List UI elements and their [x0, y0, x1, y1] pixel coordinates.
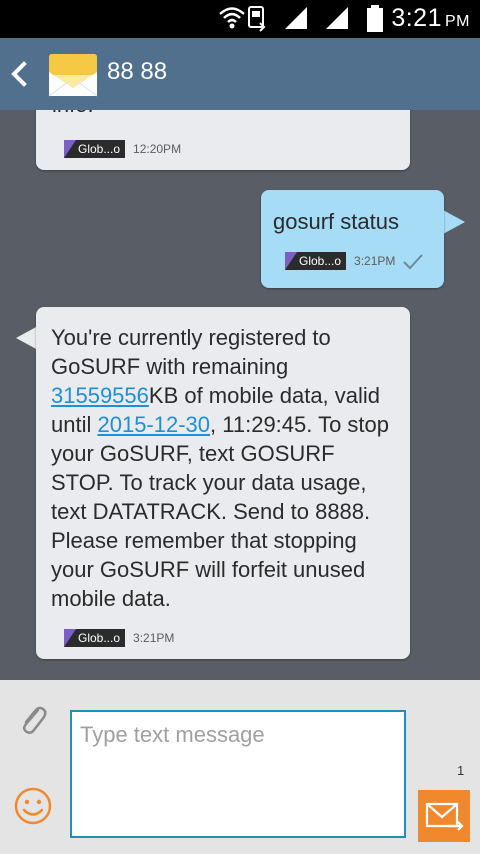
- back-chevron-icon[interactable]: [8, 58, 30, 90]
- message-time: 3:21PM: [133, 631, 175, 645]
- message-text-part: , 11:29:45. To stop your GoSURF, text GO…: [51, 412, 390, 611]
- sim-badge: Glob...o: [285, 252, 347, 270]
- signal-icon-2: [326, 7, 348, 29]
- message-time: 12:20PM: [133, 142, 182, 156]
- status-time: 3:21: [391, 4, 442, 32]
- sim-badge: Glob...o: [64, 140, 126, 158]
- battery-icon: [367, 5, 383, 32]
- page-counter: 1: [457, 763, 465, 778]
- status-bar: 3:21 PM: [0, 0, 480, 38]
- message-bubble-incoming[interactable]: You're currently registered to GoSURF wi…: [36, 307, 410, 659]
- paperclip-attach-icon[interactable]: [18, 702, 48, 738]
- sim-badge: Glob...o: [64, 629, 126, 647]
- message-link-date[interactable]: 2015-12-30: [97, 412, 210, 437]
- delivered-check-icon: [403, 254, 424, 270]
- message-text-part: You're currently registered to GoSURF wi…: [51, 325, 331, 379]
- status-ampm: PM: [445, 13, 470, 30]
- message-bubble-incoming[interactable]: info. Glob...o 12:20PM: [36, 110, 410, 170]
- message-text: You're currently registered to GoSURF wi…: [51, 323, 401, 613]
- message-meta: Glob...o 12:20PM: [64, 140, 181, 158]
- message-input[interactable]: [70, 710, 406, 838]
- status-clock: 3:21 PM: [391, 4, 470, 33]
- wifi-icon: [219, 7, 245, 29]
- bubble-tail: [443, 210, 465, 234]
- smiley-emoji-icon[interactable]: [13, 786, 53, 826]
- message-bubble-outgoing[interactable]: gosurf status Glob...o 3:21PM: [261, 190, 444, 288]
- sim-data-icon: [248, 6, 266, 32]
- message-meta: Glob...o 3:21PM: [64, 629, 174, 647]
- bubble-tail: [16, 326, 38, 350]
- action-bar: 88 88: [0, 38, 480, 110]
- message-link-number[interactable]: 31559556: [51, 383, 149, 408]
- message-text: info.: [52, 110, 94, 119]
- message-time: 3:21PM: [354, 254, 396, 268]
- compose-area: 1: [0, 680, 480, 854]
- send-button[interactable]: [418, 790, 470, 842]
- send-envelope-icon: [425, 802, 464, 831]
- conversation-list[interactable]: info. Glob...o 12:20PM gosurf status Glo…: [0, 110, 480, 680]
- signal-icon-1: [285, 7, 307, 29]
- message-meta: Glob...o 3:21PM: [285, 252, 425, 270]
- contact-name[interactable]: 88 88: [107, 58, 167, 86]
- message-text: gosurf status: [273, 209, 399, 234]
- envelope-contact-icon: [48, 54, 98, 97]
